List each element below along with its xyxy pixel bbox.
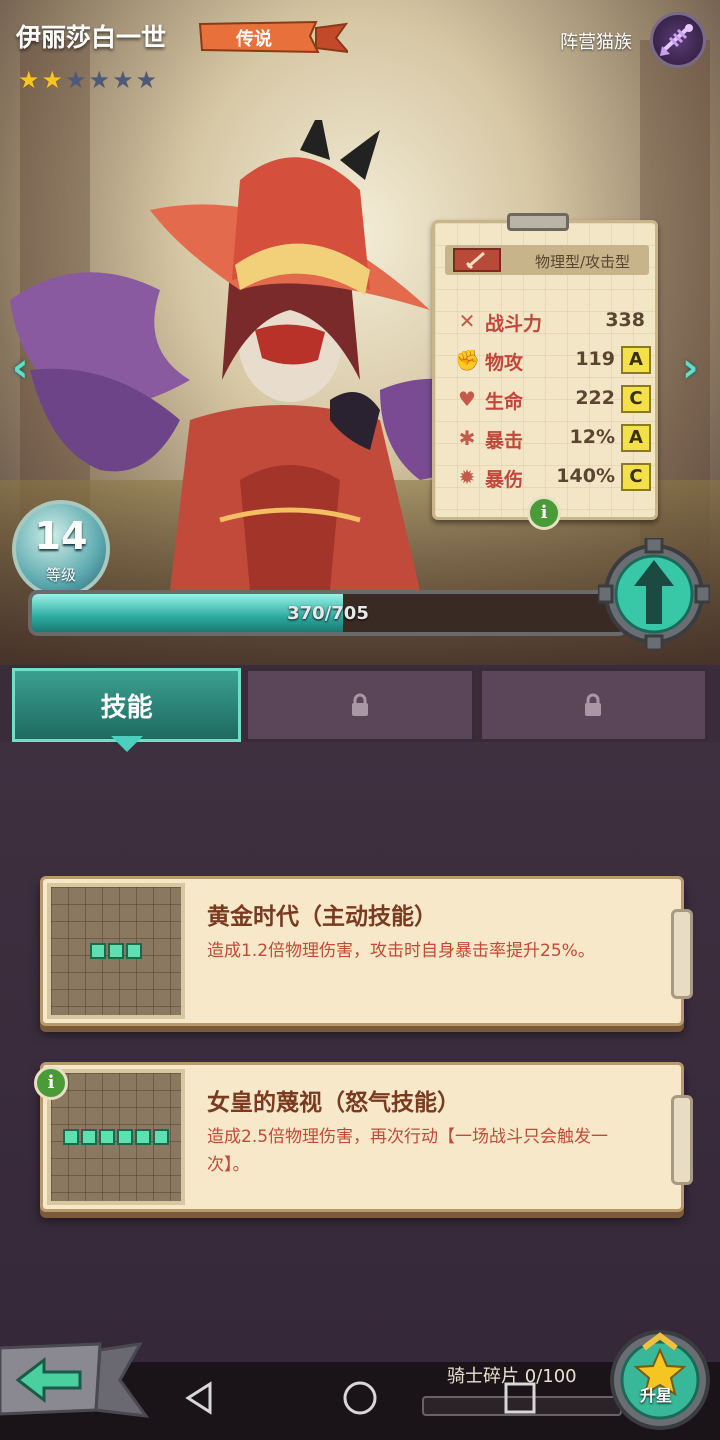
stat-label: 暴伤 <box>485 469 524 491</box>
stat-grade: A <box>621 346 651 374</box>
star-empty-icon: ★ <box>112 66 134 94</box>
crit-icon: ✱ <box>458 426 476 450</box>
stat-label: 暴击 <box>485 430 524 452</box>
star-filled-icon: ★ <box>41 66 64 94</box>
rage-segment <box>99 1129 115 1145</box>
skill-description: 造成2.5倍物理伤害，再次行动【一场战斗只会触发一次】。 <box>207 1127 609 1175</box>
active-tab-pointer <box>111 736 143 752</box>
skill-icon <box>47 1069 185 1205</box>
rage-segment <box>63 1129 79 1145</box>
tab-bar: 技能 <box>12 668 708 742</box>
skill-info-icon[interactable]: i <box>34 1066 68 1100</box>
previous-hero-arrow-icon[interactable]: ‹ <box>12 345 28 391</box>
skills-panel <box>0 742 720 1362</box>
stat-row-hp: ♥ 生命 222 C <box>455 383 655 415</box>
stat-value: 119 <box>575 348 615 370</box>
tab-locked-1[interactable] <box>245 668 475 742</box>
rage-segment <box>153 1129 169 1145</box>
lock-icon <box>351 693 368 716</box>
power-icon: ✕ <box>458 309 476 333</box>
rage-segment <box>81 1129 97 1145</box>
skill-description: 造成1.2倍物理伤害，攻击时自身暴击率提升25%。 <box>207 941 595 961</box>
sword-icon <box>453 248 501 272</box>
stats-info-icon[interactable]: i <box>527 496 561 530</box>
rage-segment <box>126 943 142 959</box>
stat-label: 物攻 <box>485 352 524 374</box>
stat-row-crit: ✱ 暴击 12% A <box>455 422 655 454</box>
heart-icon: ♥ <box>458 387 476 411</box>
experience-bar: 370/705 <box>28 590 628 636</box>
hero-type-bar: 物理型/攻击型 <box>445 245 649 275</box>
skill-card-active[interactable]: 黄金时代（主动技能） 造成1.2倍物理伤害，攻击时自身暴击率提升25%。 <box>40 876 693 1026</box>
star-rating: ★ ★ ★ ★ ★ ★ <box>18 68 157 92</box>
system-home-icon[interactable] <box>340 1378 380 1418</box>
star-empty-icon: ★ <box>135 66 158 94</box>
fist-icon: ✊ <box>455 348 480 372</box>
skill-name: 黄金时代（主动技能） <box>207 904 437 930</box>
lock-icon <box>585 693 602 716</box>
level-value: 14 <box>34 514 88 558</box>
stat-grade: A <box>621 424 651 452</box>
rage-segment <box>90 943 106 959</box>
hero-scene: 伊丽莎白一世 传说 ★ ★ ★ ★ ★ ★ 阵营猫族 ‹ › 物理型/攻击型 ✕… <box>0 0 720 665</box>
back-button[interactable] <box>0 1340 150 1420</box>
rarity-badge: 传说 <box>198 20 348 54</box>
stat-value: 140% <box>556 465 615 487</box>
rage-segment <box>135 1129 151 1145</box>
system-back-icon[interactable] <box>180 1378 220 1418</box>
card-clip <box>671 1095 693 1185</box>
star-up-label: 升星 <box>640 1386 673 1405</box>
rage-segment <box>117 1129 133 1145</box>
tab-locked-2[interactable] <box>478 668 708 742</box>
next-hero-arrow-icon[interactable]: › <box>682 345 698 391</box>
experience-text: 370/705 <box>287 603 369 624</box>
star-up-button[interactable] <box>606 1326 714 1434</box>
level-label: 等级 <box>45 566 76 584</box>
stat-value: 222 <box>575 387 615 409</box>
stat-grade: C <box>621 463 651 491</box>
level-up-button[interactable] <box>598 538 710 650</box>
level-badge: 14 等级 <box>12 500 110 598</box>
skill-name: 女皇的蔑视（怒气技能） <box>207 1090 460 1116</box>
stat-label: 战斗力 <box>485 313 543 335</box>
tab-label: 技能 <box>100 692 153 723</box>
stats-panel: 物理型/攻击型 ✕ 战斗力 338 ✊ 物攻 119 A ♥ 生命 222 C … <box>432 213 658 520</box>
clipboard-clip <box>507 213 569 231</box>
crit-damage-icon: ✹ <box>458 465 476 489</box>
tab-skills[interactable]: 技能 <box>12 668 242 742</box>
faction-label: 阵营猫族 <box>560 32 632 53</box>
hero-name: 伊丽莎白一世 <box>16 23 167 52</box>
fish-bone-icon[interactable] <box>650 12 706 68</box>
star-empty-icon: ★ <box>88 66 111 94</box>
card-clip <box>671 909 693 999</box>
rage-segment <box>108 943 124 959</box>
star-empty-icon: ★ <box>65 66 87 94</box>
stat-label: 生命 <box>485 391 524 413</box>
stat-value: 338 <box>605 309 645 331</box>
stat-row-attack: ✊ 物攻 119 A <box>455 344 655 376</box>
stat-value: 12% <box>569 426 615 448</box>
stat-row-power: ✕ 战斗力 338 <box>455 305 655 337</box>
system-recents-icon[interactable] <box>500 1378 540 1418</box>
stat-grade: C <box>621 385 651 413</box>
skill-icon <box>47 883 185 1019</box>
rarity-label: 传说 <box>236 29 272 50</box>
skill-card-rage[interactable]: 女皇的蔑视（怒气技能） 造成2.5倍物理伤害，再次行动【一场战斗只会触发一次】。 <box>40 1062 693 1212</box>
hero-type-label: 物理型/攻击型 <box>535 253 631 271</box>
stat-row-crit-damage: ✹ 暴伤 140% C <box>455 461 655 493</box>
star-filled-icon: ★ <box>18 66 40 94</box>
